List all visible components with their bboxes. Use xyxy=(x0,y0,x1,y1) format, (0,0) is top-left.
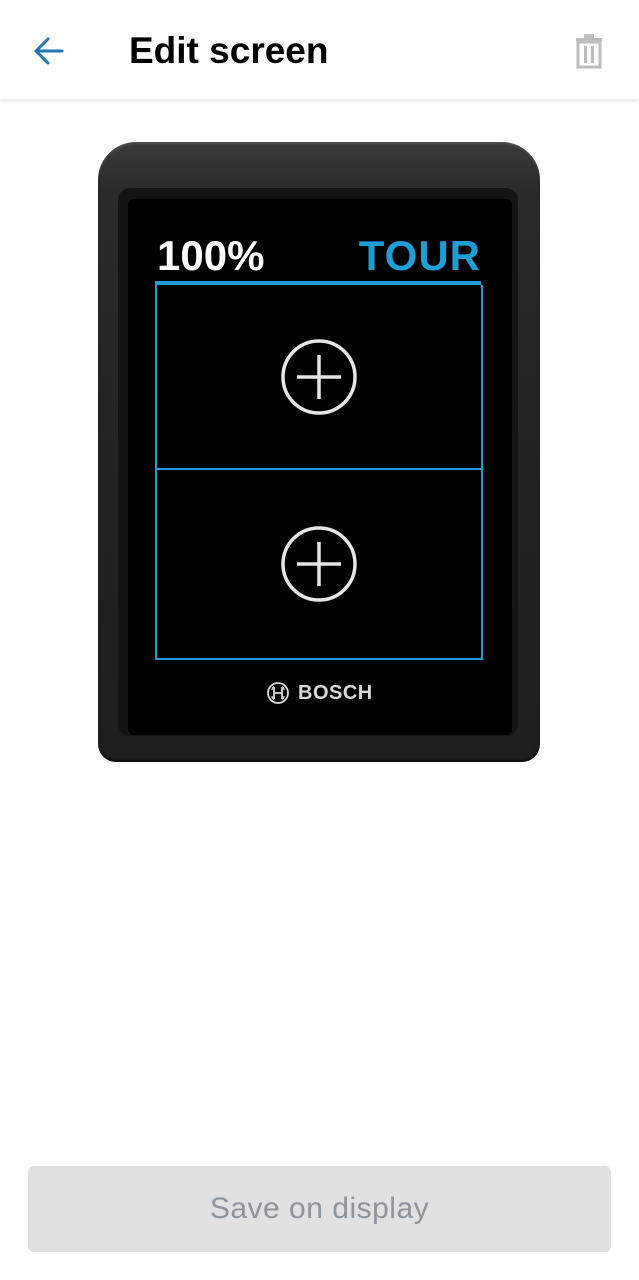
bosch-logo-icon xyxy=(267,682,289,704)
add-circle-icon xyxy=(281,526,357,602)
brand-name: BOSCH xyxy=(298,681,373,704)
data-slot-2[interactable] xyxy=(155,468,483,660)
page-title: Edit screen xyxy=(129,30,329,71)
add-circle-icon xyxy=(281,339,357,415)
display-status-bar: 100% TOUR xyxy=(155,230,481,282)
assist-mode: TOUR xyxy=(358,232,481,279)
battery-level: 100% xyxy=(157,232,265,279)
device-brand: BOSCH xyxy=(266,679,373,707)
trash-icon xyxy=(576,34,602,69)
display-screen: 100% TOUR xyxy=(155,230,483,660)
edit-screen-page: Edit screen 100% TOUR BOSCH Save on disp… xyxy=(0,0,639,1280)
data-slot-1[interactable] xyxy=(155,285,483,471)
delete-button[interactable] xyxy=(562,24,616,78)
arrow-left-icon xyxy=(34,37,64,65)
back-button[interactable] xyxy=(22,24,76,78)
save-on-display-button[interactable]: Save on display xyxy=(28,1166,611,1252)
display-device-preview: 100% TOUR BOSCH xyxy=(98,142,540,762)
top-app-bar: Edit screen xyxy=(0,0,639,100)
